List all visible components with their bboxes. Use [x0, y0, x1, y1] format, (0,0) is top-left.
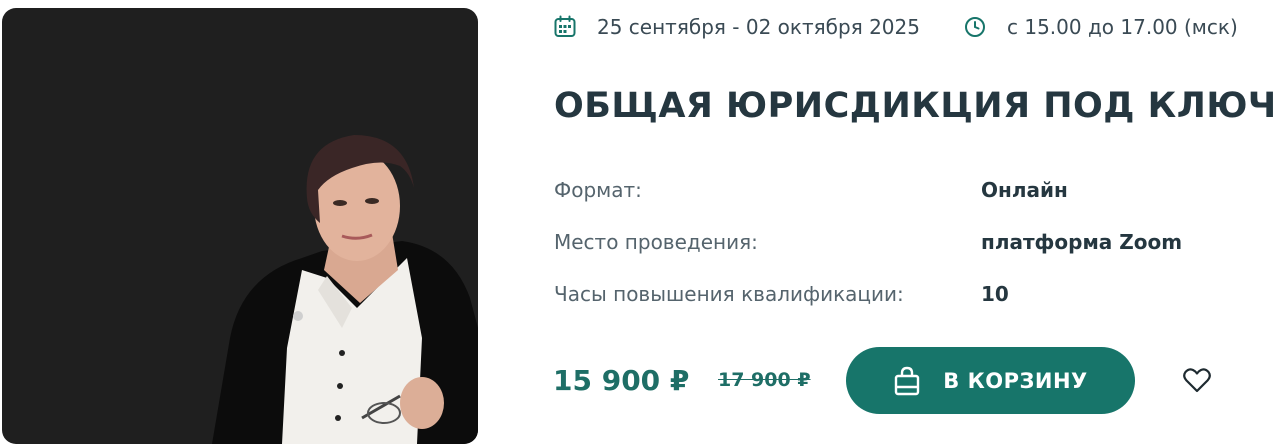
favorite-button[interactable] — [1183, 367, 1211, 393]
format-value: Онлайн — [981, 178, 1068, 202]
format-label: Формат: — [554, 178, 642, 202]
shopping-bag-icon — [893, 366, 921, 396]
hours-value: 10 — [981, 282, 1009, 306]
event-time: с 15.00 до 17.00 (мск) — [963, 12, 1238, 42]
clock-icon — [963, 15, 987, 39]
calendar-icon — [553, 15, 577, 39]
heart-icon — [1183, 368, 1211, 397]
hours-label: Часы повышения квалификации: — [554, 282, 904, 306]
old-price: 17 900 ₽ — [718, 369, 811, 391]
event-date: 25 сентября - 02 октября 2025 — [553, 12, 920, 42]
current-price: 15 900 ₽ — [553, 364, 690, 397]
event-date-text: 25 сентября - 02 октября 2025 — [597, 15, 920, 39]
add-to-cart-label: В КОРЗИНУ — [943, 368, 1088, 393]
event-time-text: с 15.00 до 17.00 (мск) — [1007, 15, 1238, 39]
venue-value: платформа Zoom — [981, 230, 1183, 254]
speaker-portrait-image — [212, 135, 478, 444]
venue-label: Место проведения: — [554, 230, 758, 254]
speaker-photo — [2, 8, 478, 444]
add-to-cart-button[interactable]: В КОРЗИНУ — [846, 347, 1135, 414]
event-title: ОБЩАЯ ЮРИСДИКЦИЯ ПОД КЛЮЧ — [554, 86, 1277, 126]
